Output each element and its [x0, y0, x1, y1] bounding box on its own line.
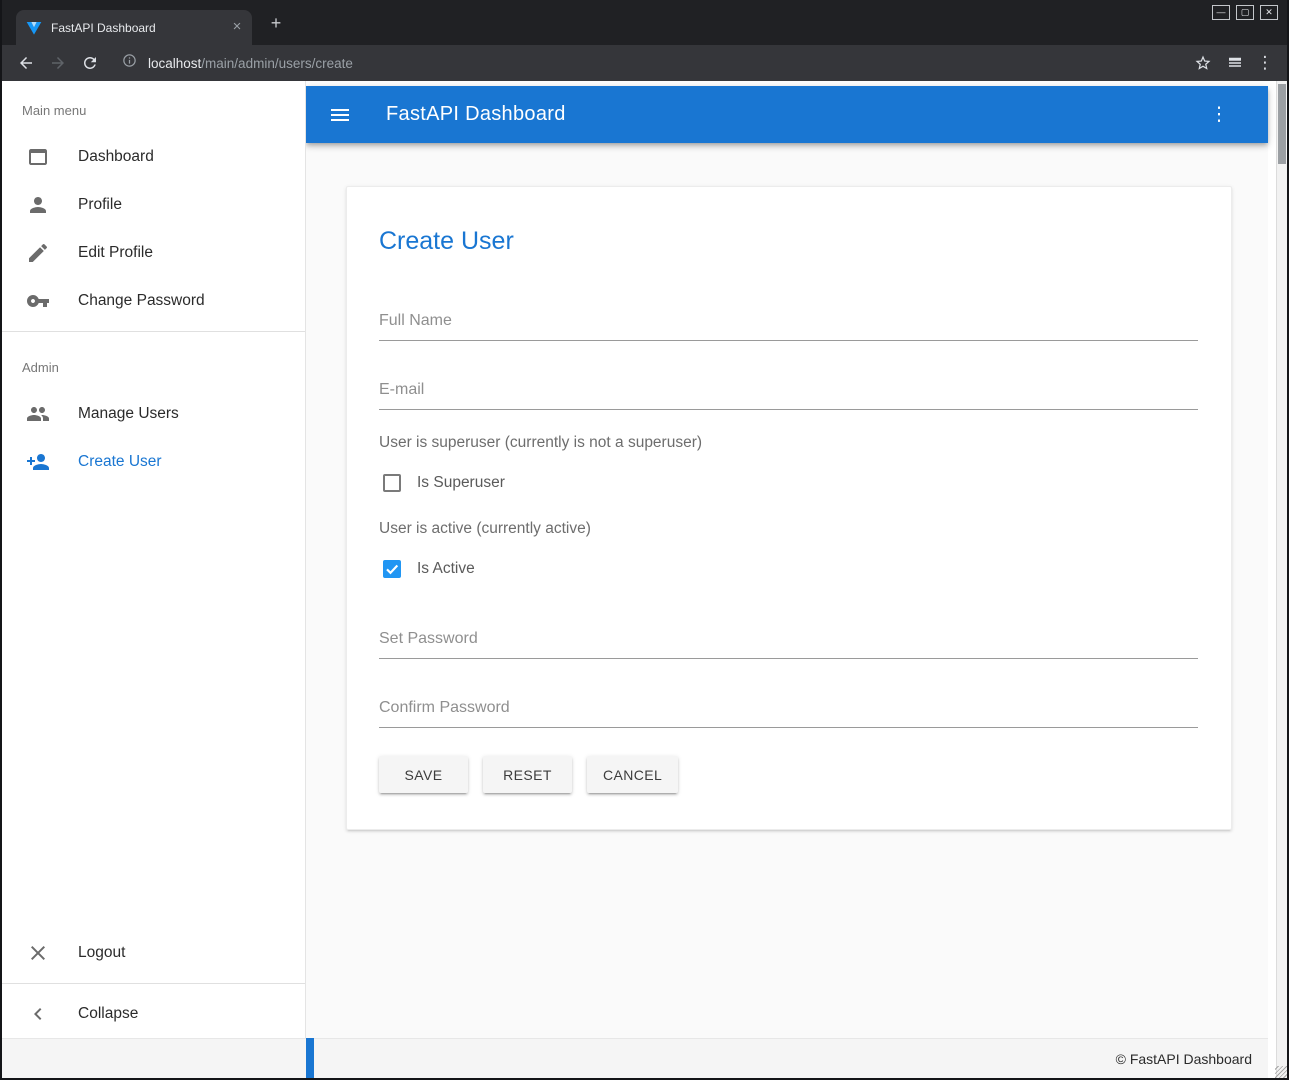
sidebar-item-collapse[interactable]: Collapse: [2, 990, 305, 1038]
sidebar-item-create-user[interactable]: Create User: [2, 438, 305, 486]
app-bar: FastAPI Dashboard ⋮: [306, 86, 1268, 143]
person-add-icon: [26, 450, 50, 474]
page-scrollbar[interactable]: [1276, 81, 1287, 1078]
url-text: localhost/main/admin/users/create: [148, 56, 353, 71]
sidebar-section-main-menu: Main menu: [2, 87, 305, 133]
minimize-button[interactable]: —: [1212, 5, 1230, 20]
sidebar-item-label: Logout: [78, 944, 125, 962]
sidebar-item-label: Profile: [78, 196, 122, 214]
browser-toolbar: localhost/main/admin/users/create ⋮: [2, 45, 1287, 81]
sidebar-item-dashboard[interactable]: Dashboard: [2, 133, 305, 181]
url-host: localhost: [148, 56, 201, 71]
is-active-checkbox[interactable]: [383, 560, 401, 578]
sidebar-item-label: Manage Users: [78, 405, 179, 423]
sidebar-spacer: [2, 486, 305, 929]
app-area: Main menu Dashboard Profile Edit Profile: [2, 81, 1287, 1078]
sidebar: Main menu Dashboard Profile Edit Profile: [2, 81, 306, 1038]
full-name-field-wrap: [379, 308, 1198, 341]
is-superuser-checkbox[interactable]: [383, 474, 401, 492]
url-path: /main/admin/users/create: [201, 56, 353, 71]
vuetify-favicon-icon: [26, 20, 42, 36]
form-actions: SAVE RESET CANCEL: [379, 756, 1198, 793]
sidebar-divider: [2, 983, 305, 984]
toolbar-right: ⋮: [1189, 50, 1277, 77]
sidebar-item-manage-users[interactable]: Manage Users: [2, 390, 305, 438]
reload-icon[interactable]: [76, 50, 103, 77]
sidebar-divider: [2, 331, 305, 332]
forward-icon[interactable]: [44, 50, 71, 77]
app-footer: © FastAPI Dashboard: [2, 1038, 1268, 1078]
browser-tab[interactable]: FastAPI Dashboard ×: [16, 10, 252, 45]
footer-accent: [306, 1038, 314, 1078]
set-password-input[interactable]: [379, 626, 1198, 659]
sidebar-item-label: Collapse: [78, 1005, 138, 1023]
email-field-wrap: [379, 377, 1198, 410]
sidebar-item-label: Dashboard: [78, 148, 154, 166]
close-icon: [26, 941, 50, 965]
site-info-icon[interactable]: [122, 53, 137, 73]
cancel-button[interactable]: CANCEL: [587, 756, 678, 793]
sidebar-item-edit-profile[interactable]: Edit Profile: [2, 229, 305, 277]
people-icon: [26, 402, 50, 426]
maximize-button[interactable]: ▢: [1236, 5, 1254, 20]
sidebar-item-label: Edit Profile: [78, 244, 153, 262]
scrollbar-thumb[interactable]: [1278, 84, 1286, 164]
copyright-text: © FastAPI Dashboard: [1116, 1051, 1252, 1067]
sidebar-item-profile[interactable]: Profile: [2, 181, 305, 229]
app-menu-icon[interactable]: ⋮: [1204, 100, 1234, 130]
app-title: FastAPI Dashboard: [386, 103, 566, 126]
bookmark-star-icon[interactable]: [1189, 50, 1216, 77]
hamburger-menu-icon[interactable]: [322, 97, 358, 133]
is-superuser-checkbox-row[interactable]: Is Superuser: [379, 474, 1198, 492]
save-button[interactable]: SAVE: [379, 756, 468, 793]
superuser-hint: User is superuser (currently is not a su…: [379, 434, 1198, 452]
sidebar-item-logout[interactable]: Logout: [2, 929, 305, 977]
key-icon: [26, 289, 50, 313]
email-input[interactable]: [379, 377, 1198, 410]
sidebar-item-label: Change Password: [78, 292, 205, 310]
chevron-left-icon: [26, 1002, 50, 1026]
reset-button[interactable]: RESET: [483, 756, 572, 793]
checkbox-label[interactable]: Is Superuser: [417, 474, 505, 492]
tab-close-icon[interactable]: ×: [228, 19, 246, 37]
person-icon: [26, 193, 50, 217]
tab-title: FastAPI Dashboard: [51, 21, 228, 35]
active-hint: User is active (currently active): [379, 520, 1198, 538]
resize-grip-icon[interactable]: [1275, 1066, 1287, 1078]
confirm-password-input[interactable]: [379, 695, 1198, 728]
browser-window: FastAPI Dashboard × + — ▢ ✕ localhost/ma…: [2, 0, 1287, 1078]
pencil-icon: [26, 241, 50, 265]
sidebar-item-label: Create User: [78, 453, 162, 471]
tab-strip: FastAPI Dashboard × + — ▢ ✕: [2, 0, 1287, 45]
full-name-input[interactable]: [379, 308, 1198, 341]
back-icon[interactable]: [12, 50, 39, 77]
new-tab-button[interactable]: +: [264, 12, 288, 36]
checkbox-label[interactable]: Is Active: [417, 560, 475, 578]
set-password-field-wrap: [379, 626, 1198, 659]
close-window-button[interactable]: ✕: [1260, 5, 1278, 20]
main-content: Create User User is superuser (currently…: [306, 143, 1268, 1038]
dashboard-icon: [26, 145, 50, 169]
sidebar-item-change-password[interactable]: Change Password: [2, 277, 305, 325]
address-bar[interactable]: localhost/main/admin/users/create: [122, 49, 1183, 77]
window-controls: — ▢ ✕: [1212, 5, 1278, 20]
browser-menu-icon[interactable]: ⋮: [1253, 53, 1277, 73]
confirm-password-field-wrap: [379, 695, 1198, 728]
extension-icon[interactable]: [1221, 50, 1248, 77]
is-active-checkbox-row[interactable]: Is Active: [379, 560, 1198, 578]
sidebar-section-admin: Admin: [2, 344, 305, 390]
create-user-card: Create User User is superuser (currently…: [346, 186, 1232, 830]
page-title: Create User: [379, 227, 1198, 256]
